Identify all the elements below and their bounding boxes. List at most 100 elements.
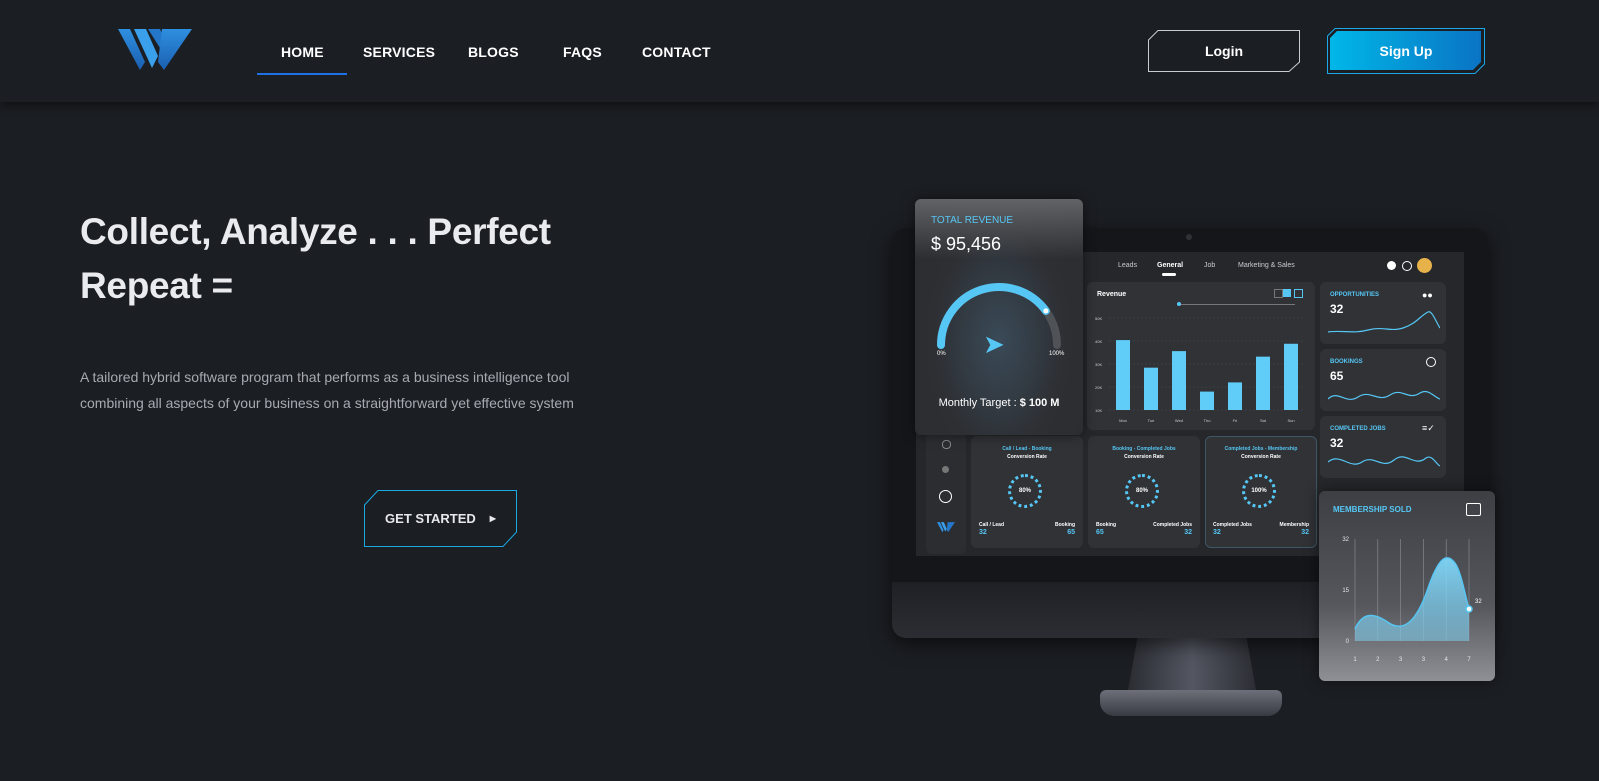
opportunities-sparkline	[1328, 311, 1440, 333]
gauge-min-label: 0%	[937, 351, 946, 357]
x-tick-label: Sat	[1260, 418, 1267, 423]
x-tick-label: Fri	[1233, 418, 1238, 423]
stat-label: BOOKINGS	[1330, 359, 1363, 365]
revenue-bar	[1172, 351, 1186, 410]
conversion-right-label: Membership	[1279, 522, 1309, 528]
x-tick-label: 4	[1445, 657, 1449, 663]
rocket-icon: ➤	[983, 329, 1005, 359]
conversion-card-2: Booking - Completed Jobs Conversion Rate…	[1088, 436, 1200, 548]
nav-active-indicator	[257, 73, 347, 75]
get-started-label: GET STARTED	[385, 511, 476, 526]
stat-card-completed-jobs: COMPLETED JOBS 32 ≡✓	[1320, 416, 1446, 478]
y-tick-label: 10K	[1095, 408, 1102, 413]
y-tick-label: 32	[1342, 537, 1349, 543]
nav-faqs[interactable]: FAQS	[563, 44, 602, 60]
x-tick-label: Sun	[1287, 418, 1294, 423]
dash-tab-job: Job	[1204, 262, 1216, 269]
conversion-right-value: 32	[1301, 529, 1309, 536]
membership-area	[1355, 557, 1469, 641]
revenue-bar	[1256, 356, 1270, 410]
signup-button[interactable]: Sign Up	[1327, 28, 1485, 74]
conversion-title: Booking - Completed Jobs	[1112, 446, 1176, 452]
total-revenue-label: TOTAL REVENUE	[931, 215, 1014, 226]
caret-right-icon: ▶	[489, 514, 496, 523]
conversion-subtitle: Conversion Rate	[1124, 454, 1164, 460]
x-tick-label: 7	[1467, 657, 1471, 663]
membership-end-label: 32	[1475, 599, 1482, 605]
avatar	[1417, 258, 1432, 273]
dash-tab-leads: Leads	[1118, 262, 1138, 269]
monitor-base	[1100, 690, 1282, 716]
y-tick-label: 0	[1346, 639, 1350, 645]
conversion-gauge-value: 80%	[1135, 488, 1148, 494]
membership-end-point	[1465, 605, 1473, 613]
revenue-bar	[1228, 382, 1242, 410]
conversion-right-value: 65	[1067, 529, 1075, 536]
membership-sold-card: MEMBERSHIP SOLD 32 15 0 1 2 3 3 4 7 32	[1319, 491, 1495, 681]
revenue-bar	[1200, 391, 1214, 410]
hero-description: A tailored hybrid software program that …	[80, 369, 574, 411]
copyright-icon	[1387, 261, 1396, 270]
dashboard-illustration: Leads General Job Marketing & Sales Reve…	[890, 196, 1510, 726]
conversion-right-label: Completed Jobs	[1153, 522, 1192, 528]
brand-logo[interactable]	[118, 26, 192, 72]
total-revenue-card: TOTAL REVENUE $ 95,456 ➤ 0% 100% Monthly…	[915, 199, 1083, 435]
nav-home[interactable]: HOME	[281, 44, 324, 60]
conversion-left-label: Booking	[1096, 522, 1116, 528]
y-tick-label: 40K	[1095, 339, 1102, 344]
revenue-bar	[1284, 343, 1298, 410]
dashboard-icon	[942, 440, 951, 449]
conversion-right-value: 32	[1184, 529, 1192, 536]
conversion-card-3: Completed Jobs - Membership Conversion R…	[1205, 436, 1317, 548]
y-tick-label: 20K	[1095, 385, 1102, 390]
x-tick-label: Tue	[1148, 418, 1156, 423]
nav-services[interactable]: SERVICES	[363, 44, 435, 60]
list-check-icon: ≡✓	[1422, 423, 1435, 433]
gauge-max-label: 100%	[1049, 351, 1065, 357]
conversion-left-value: 65	[1096, 529, 1104, 536]
login-label: Login	[1204, 43, 1244, 59]
conversion-subtitle: Conversion Rate	[1241, 454, 1281, 460]
conversion-left-label: Call / Lead	[979, 522, 1005, 528]
signup-label: Sign Up	[1379, 43, 1433, 59]
y-tick-label: 50K	[1095, 316, 1102, 321]
conversion-gauge-value: 100%	[1251, 488, 1267, 494]
x-tick-label: Thu	[1204, 418, 1211, 423]
site-header: HOME SERVICES BLOGS FAQS CONTACT Login S…	[0, 0, 1599, 102]
conversion-subtitle: Conversion Rate	[1007, 454, 1047, 460]
x-tick-label: 2	[1376, 657, 1380, 663]
y-tick-label: 30K	[1095, 362, 1102, 367]
x-tick-label: 3	[1422, 657, 1426, 663]
total-revenue-value: $ 95,456	[931, 234, 1002, 254]
conversion-right-label: Booking	[1055, 522, 1075, 528]
stat-card-opportunities: OPPORTUNITIES 32 ●●	[1320, 282, 1446, 344]
stat-label: OPPORTUNITIES	[1330, 292, 1380, 298]
hero-title: Collect, Analyze . . . Perfect Repeat =	[80, 205, 640, 313]
x-tick-label: Mon	[1119, 418, 1127, 423]
monthly-target-label: Monthly Target :	[938, 397, 1020, 409]
monitor-stand	[1127, 638, 1257, 696]
conversion-title: Completed Jobs - Membership	[1224, 446, 1298, 452]
x-tick-label: 1	[1353, 657, 1357, 663]
conversion-title: Call / Lead - Booking	[1002, 446, 1052, 452]
conversion-left-label: Completed Jobs	[1213, 522, 1252, 528]
stat-label: COMPLETED JOBS	[1330, 426, 1386, 432]
y-tick-label: 15	[1342, 588, 1349, 594]
bookings-sparkline	[1328, 390, 1440, 400]
revenue-bar	[1144, 367, 1158, 410]
globe-icon	[1402, 261, 1412, 271]
conversion-left-value: 32	[979, 529, 987, 536]
get-started-button[interactable]: GET STARTED ▶	[364, 490, 517, 547]
brand-logo-small	[937, 522, 955, 533]
hero-title-line1: Collect, Analyze . . . Perfect	[80, 211, 551, 252]
login-button[interactable]: Login	[1148, 30, 1300, 72]
x-tick-label: 3	[1399, 657, 1403, 663]
revenue-bar-chart: 50K 40K 30K 20K 10K Mon Tue Wed Thu Fri Sat Sun	[1095, 316, 1305, 423]
target-icon	[1426, 357, 1436, 367]
nav-blogs[interactable]: BLOGS	[468, 44, 519, 60]
dash-tab-general: General	[1157, 262, 1184, 269]
users-icon: ●●	[1422, 290, 1433, 300]
help-icon	[942, 466, 949, 473]
monthly-target: Monthly Target : $ 100 M	[915, 397, 1083, 409]
nav-contact[interactable]: CONTACT	[642, 44, 711, 60]
